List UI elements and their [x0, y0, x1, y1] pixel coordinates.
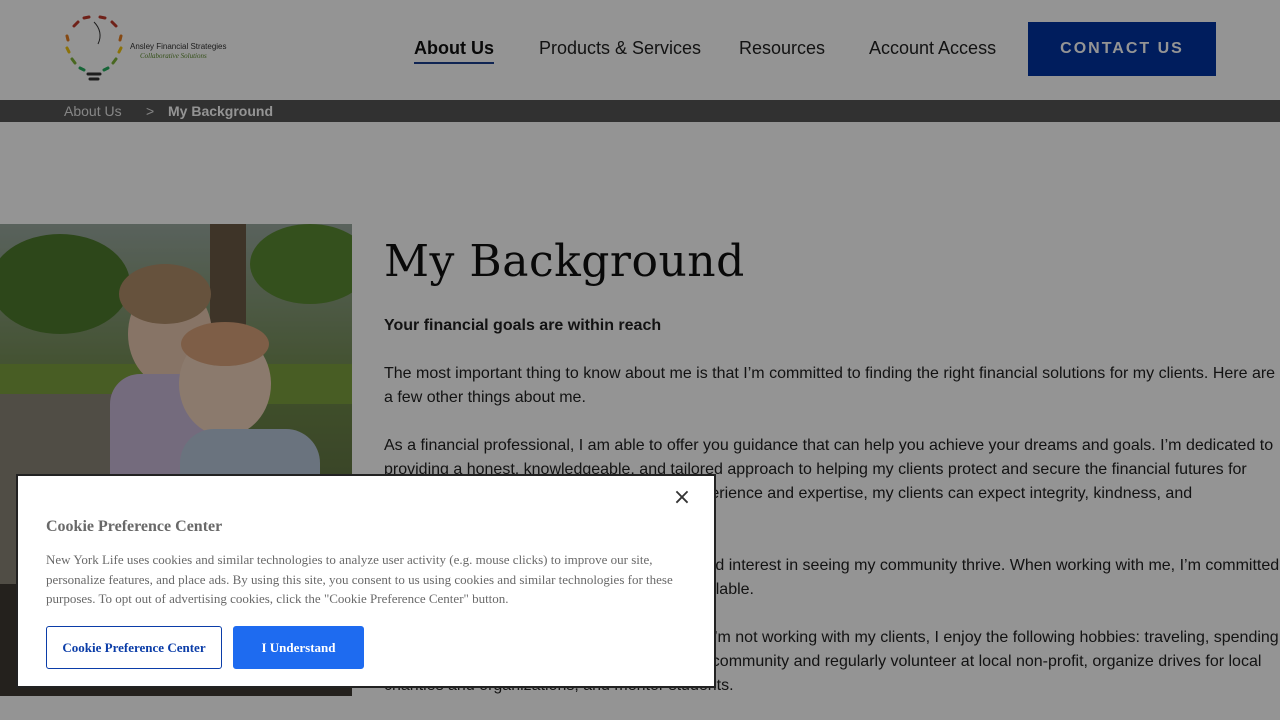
cookie-preference-dialog: × Cookie Preference Center New York Life…	[16, 474, 716, 688]
i-understand-button[interactable]: I Understand	[233, 626, 364, 669]
cookie-dialog-text: New York Life uses cookies and similar t…	[46, 552, 673, 606]
cookie-preference-center-button[interactable]: Cookie Preference Center	[46, 626, 222, 669]
close-icon[interactable]: ×	[670, 486, 694, 510]
cookie-dialog-title: Cookie Preference Center	[46, 518, 223, 535]
